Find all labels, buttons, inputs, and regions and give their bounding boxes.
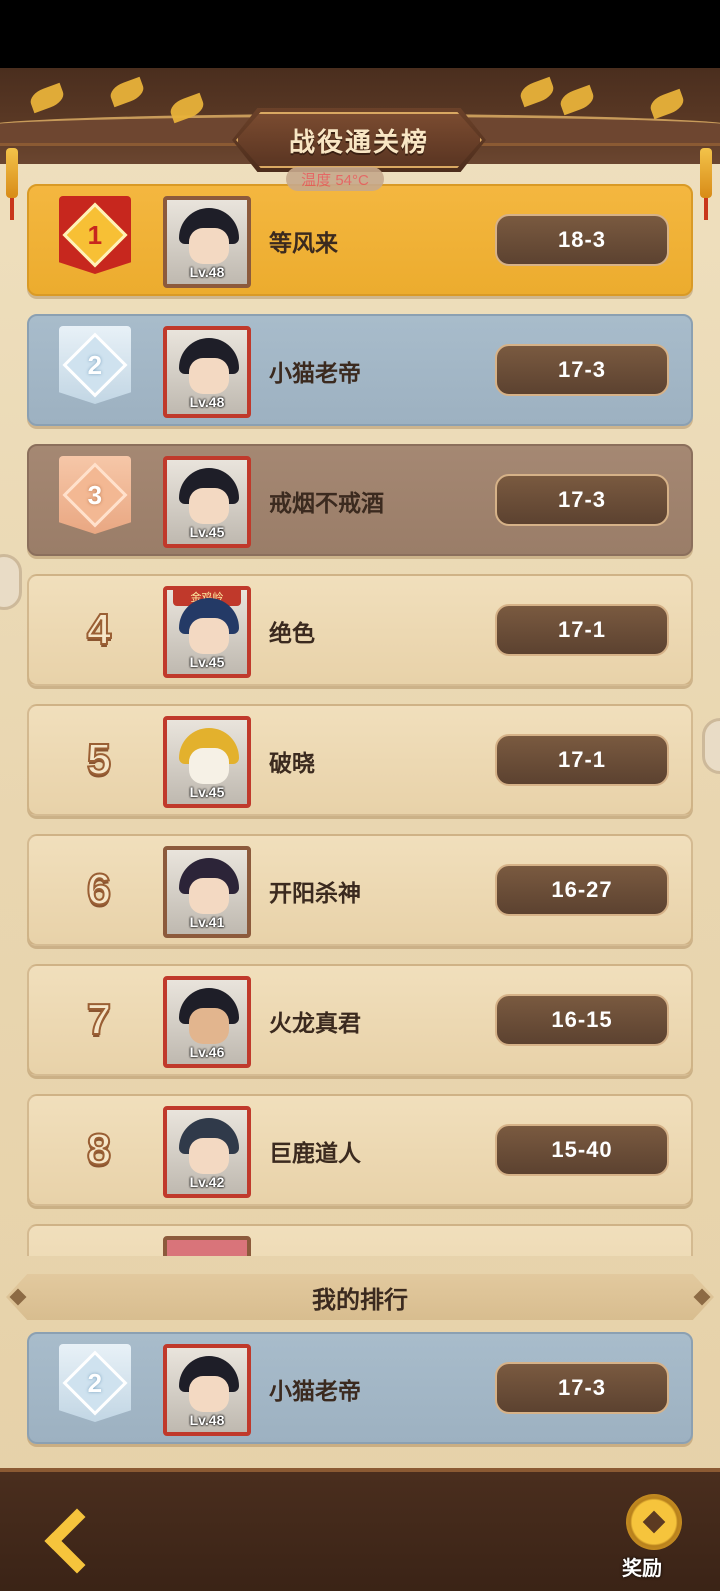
avatar[interactable]: Lv.41 — [163, 846, 251, 938]
stage-score: 17-1 — [495, 604, 669, 656]
avatar[interactable] — [163, 1236, 251, 1256]
ranking-row-3[interactable]: 3 Lv.45 戒烟不戒酒 17-3 — [27, 444, 693, 556]
level-label: Lv.41 — [189, 914, 225, 930]
temperature-overlay: 温度 54°C — [286, 167, 384, 191]
level-label: Lv.45 — [189, 784, 225, 800]
avatar[interactable]: Lv.45 — [163, 716, 251, 808]
page-title: 战役通关榜 — [288, 126, 429, 157]
ginkgo-leaf-icon — [647, 88, 687, 120]
stage-score: 17-3 — [495, 474, 669, 526]
ginkgo-leaf-icon — [27, 82, 67, 114]
side-handle-right[interactable] — [702, 718, 720, 774]
level-label: Lv.48 — [189, 264, 225, 280]
rank-number: 5 — [86, 734, 112, 785]
my-rank-title: 我的排行 — [312, 1286, 408, 1314]
avatar[interactable]: Lv.48 — [163, 196, 251, 288]
stage-score: 18-3 — [495, 214, 669, 266]
reward-label: 奖励 — [622, 1558, 662, 1580]
back-arrow-icon — [44, 1508, 110, 1574]
ranking-row-4[interactable]: 4 金鸡岭 Lv.45 绝色 17-1 — [27, 574, 693, 686]
stage-score: 17-3 — [495, 1362, 669, 1414]
rank-number: 6 — [86, 864, 112, 915]
player-name: 等风来 — [269, 230, 338, 256]
avatar[interactable]: Lv.46 — [163, 976, 251, 1068]
player-name: 巨鹿道人 — [269, 1140, 361, 1166]
player-name: 小猫老帝 — [269, 360, 361, 386]
reward-button[interactable]: 奖励 — [618, 1490, 696, 1582]
ranking-row-7[interactable]: 7 Lv.46 火龙真君 16-15 — [27, 964, 693, 1076]
player-name: 小猫老帝 — [269, 1378, 361, 1404]
my-rank-header: 我的排行 — [6, 1274, 714, 1320]
level-label: Lv.45 — [189, 654, 225, 670]
ranking-row-6[interactable]: 6 Lv.41 开阳杀神 16-27 — [27, 834, 693, 946]
rank-3-badge-icon: 3 — [59, 456, 131, 546]
level-label: Lv.42 — [189, 1174, 225, 1190]
rank-number: 7 — [86, 994, 112, 1045]
ranking-row-8[interactable]: 8 Lv.42 巨鹿道人 15-40 — [27, 1094, 693, 1206]
ginkgo-leaf-icon — [517, 76, 557, 108]
player-name: 火龙真君 — [269, 1010, 361, 1036]
level-label: Lv.48 — [189, 1412, 225, 1428]
title-plate: 战役通关榜 — [232, 108, 486, 172]
rank-2-badge-icon: 2 — [59, 326, 131, 416]
rank-2-badge-icon: 2 — [59, 1344, 131, 1434]
stage-score: 17-1 — [495, 734, 669, 786]
reward-coin-icon — [626, 1494, 682, 1550]
ranking-row-9-partial[interactable] — [27, 1224, 693, 1256]
leaderboard-screen: 战役通关榜 1 Lv.48 等风来 18-3 2 Lv.48 小猫老帝 17-3 — [0, 68, 720, 1591]
level-label: Lv.48 — [189, 394, 225, 410]
rank-number: 8 — [86, 1124, 112, 1175]
stage-score: 17-3 — [495, 344, 669, 396]
avatar[interactable]: Lv.48 — [163, 326, 251, 418]
rank-number: 4 — [86, 604, 112, 655]
player-name: 戒烟不戒酒 — [269, 490, 384, 516]
ranking-row-1[interactable]: 1 Lv.48 等风来 18-3 — [27, 184, 693, 296]
avatar[interactable]: Lv.48 — [163, 1344, 251, 1436]
level-label: Lv.46 — [189, 1044, 225, 1060]
avatar[interactable]: Lv.42 — [163, 1106, 251, 1198]
ranking-row-5[interactable]: 5 Lv.45 破晓 17-1 — [27, 704, 693, 816]
ginkgo-leaf-icon — [557, 84, 597, 116]
player-name: 开阳杀神 — [269, 880, 361, 906]
stage-score: 15-40 — [495, 1124, 669, 1176]
rank-1-badge-icon: 1 — [59, 196, 131, 286]
back-button[interactable] — [40, 1508, 110, 1574]
level-label: Lv.45 — [189, 524, 225, 540]
player-name: 绝色 — [269, 620, 315, 646]
player-name: 破晓 — [269, 750, 315, 776]
my-rank-row[interactable]: 2 Lv.48 小猫老帝 17-3 — [27, 1332, 693, 1444]
stage-score: 16-15 — [495, 994, 669, 1046]
bottom-bar: 奖励 — [0, 1468, 720, 1591]
ginkgo-leaf-icon — [107, 76, 147, 108]
avatar[interactable]: Lv.45 — [163, 456, 251, 548]
ranking-list[interactable]: 1 Lv.48 等风来 18-3 2 Lv.48 小猫老帝 17-3 3 Lv.… — [0, 182, 720, 1256]
avatar[interactable]: 金鸡岭 Lv.45 — [163, 586, 251, 678]
ranking-row-2[interactable]: 2 Lv.48 小猫老帝 17-3 — [27, 314, 693, 426]
side-handle-left[interactable] — [0, 554, 22, 610]
stage-score: 16-27 — [495, 864, 669, 916]
